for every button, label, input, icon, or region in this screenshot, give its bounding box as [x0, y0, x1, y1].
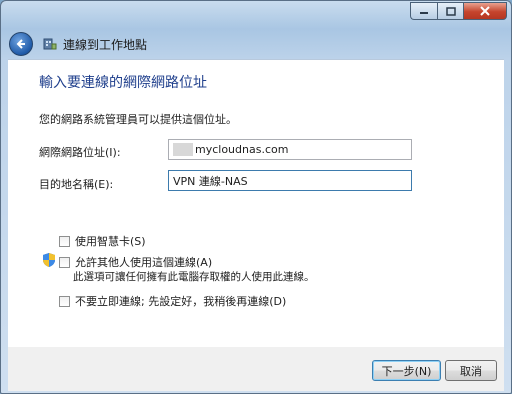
smartcard-option[interactable]: 使用智慧卡(S) — [59, 233, 146, 249]
maximize-button[interactable] — [437, 2, 463, 20]
dont-connect-option[interactable]: 不要立即連線; 先設定好，我稍後再連線(D) — [59, 293, 286, 309]
wizard-title: 連線到工作地點 — [63, 37, 148, 52]
destination-field[interactable]: VPN 連線-NAS — [168, 170, 412, 191]
allow-others-option[interactable]: 允許其他人使用這個連線(A) — [59, 254, 212, 270]
back-arrow-icon — [16, 39, 25, 49]
page-heading: 輸入要連線的網際網路位址 — [39, 75, 207, 91]
close-button[interactable] — [463, 2, 507, 20]
allow-others-note: 此選項可讓任何擁有此電腦存取權的人使用此連線。 — [73, 271, 315, 283]
wizard-window: 連線到工作地點 輸入要連線的網際網路位址 您的網路系統管理員可以提供這個位址。 … — [0, 0, 512, 394]
smartcard-label: 使用智慧卡(S) — [75, 235, 146, 248]
next-button[interactable]: 下一步(N) — [372, 360, 441, 381]
navigation-bar: 連線到工作地點 — [7, 29, 505, 59]
page-description: 您的網路系統管理員可以提供這個位址。 — [39, 113, 237, 126]
wizard-content: 輸入要連線的網際網路位址 您的網路系統管理員可以提供這個位址。 網際網路位址(I… — [8, 59, 504, 348]
allow-others-label: 允許其他人使用這個連線(A) — [75, 256, 213, 269]
destination-value: VPN 連線-NAS — [173, 174, 248, 188]
uac-shield-icon — [43, 253, 55, 267]
network-workplace-icon — [43, 38, 57, 50]
minimize-button[interactable] — [410, 2, 437, 20]
cancel-button[interactable]: 取消 — [445, 360, 497, 381]
minimize-icon — [420, 12, 428, 14]
back-button[interactable] — [9, 32, 33, 56]
dont-connect-checkbox[interactable] — [59, 295, 70, 307]
address-field[interactable]: mycloudnas.com — [168, 139, 412, 160]
maximize-icon — [445, 6, 456, 16]
smartcard-checkbox[interactable] — [59, 235, 70, 247]
title-bar[interactable] — [1, 1, 511, 29]
address-label: 網際網路位址(I): — [39, 146, 121, 159]
redacted-block — [173, 143, 193, 156]
destination-label: 目的地名稱(E): — [39, 178, 114, 191]
close-icon — [480, 6, 490, 16]
allow-others-checkbox[interactable] — [59, 256, 70, 268]
window-controls — [410, 2, 507, 20]
dont-connect-label: 不要立即連線; 先設定好，我稍後再連線(D) — [75, 295, 287, 308]
address-value: mycloudnas.com — [195, 143, 289, 156]
wizard-footer: 下一步(N) 取消 — [8, 347, 504, 391]
